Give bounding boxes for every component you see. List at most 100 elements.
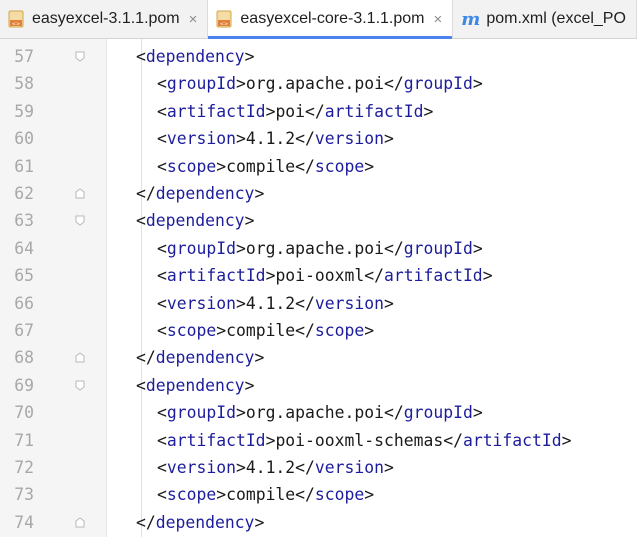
tag-bracket: > [384,293,394,313]
tag-bracket: < [157,129,167,149]
xml-text-value: compile [226,321,296,340]
code-line[interactable]: 62 </dependency> [0,180,637,207]
code-text: <groupId>org.apache.poi</groupId> [157,70,483,97]
tag-bracket: > [235,293,246,313]
code-line[interactable]: 67 <scope>compile</scope> [0,317,637,344]
tag-bracket: > [423,101,434,121]
xml-text-value: compile [226,156,296,176]
code-line[interactable]: 73 <scope>compile</scope> [0,481,637,508]
code-line[interactable]: 61 <scope>compile</scope> [0,153,637,180]
code-line[interactable]: 70 <groupId>org.apache.poi</groupId> [0,399,637,426]
tag-bracket: < [136,47,146,66]
tab-pom-xml[interactable]: m pom.xml (excel_PO [453,0,637,38]
tag-bracket: </ [443,430,463,450]
line-number: 71 [14,430,34,450]
maven-m-icon: m [461,8,481,30]
tag-bracket: </ [295,293,315,313]
line-number: 72 [14,458,34,477]
xml-tag-name: artifactId [166,266,266,286]
tag-bracket: > [244,211,255,231]
pom-file-icon: <> [8,10,24,28]
code-line[interactable]: 66 <version>4.1.2</version> [0,290,637,317]
xml-tag-name: artifactId [462,430,562,450]
code-text: <version>4.1.2</version> [157,454,394,481]
code-line[interactable]: 68 </dependency> [0,344,637,371]
xml-tag-name: groupId [166,74,236,94]
tag-bracket: </ [136,184,156,203]
xml-tag-name: dependency [145,211,245,231]
code-line[interactable]: 69 <dependency> [0,372,637,399]
line-number: 59 [14,101,34,121]
line-number: 61 [14,156,34,176]
tag-bracket: > [472,238,483,258]
svg-text:<>: <> [12,21,20,27]
tag-bracket: > [235,129,246,149]
fold-end-icon[interactable] [75,352,85,363]
code-text: <artifactId>poi-ooxml-schemas</artifactI… [157,427,572,454]
code-line[interactable]: 57 <dependency> [0,43,637,70]
tag-bracket: > [235,403,246,423]
xml-text-value: 4.1.2 [245,129,296,149]
tag-bracket: </ [305,101,325,121]
tab-easyexcel-core-pom[interactable]: <> easyexcel-core-3.1.1.pom × [208,0,454,39]
line-number: 69 [14,375,34,395]
code-line[interactable]: 65 <artifactId>poi-ooxml</artifactId> [0,262,637,289]
tab-easyexcel-pom[interactable]: <> easyexcel-3.1.1.pom × [0,0,209,38]
tag-bracket: < [157,74,167,94]
xml-tag-name: scope [166,485,217,505]
tag-bracket: > [472,403,483,423]
tag-bracket: < [136,211,146,231]
xml-tag-name: groupId [166,403,236,423]
pom-file-icon: <> [216,10,232,28]
tag-bracket: > [265,430,276,450]
xml-tag-name: scope [166,156,217,176]
code-line[interactable]: 58 <groupId>org.apache.poi</groupId> [0,70,637,97]
code-text: <scope>compile</scope> [157,317,374,344]
fold-open-icon[interactable] [75,215,85,227]
tag-bracket: > [216,485,227,505]
code-line[interactable]: 71 <artifactId>poi-ooxml-schemas</artifac… [0,427,637,454]
code-line[interactable]: 74 </dependency> [0,509,637,536]
tag-bracket: > [216,321,227,340]
tag-bracket: > [235,458,246,477]
tag-bracket: > [265,101,276,121]
fold-end-icon[interactable] [75,517,85,528]
xml-tag-name: version [314,129,384,149]
line-number: 60 [14,129,34,149]
xml-tag-name: groupId [166,238,236,258]
code-text: <scope>compile</scope> [157,481,374,508]
code-editor[interactable]: 57 <dependency> 58 <groupId>org.apache.poi<… [0,39,637,537]
xml-text-value: 4.1.2 [245,293,296,313]
code-line[interactable]: 72 <version>4.1.2</version> [0,454,637,481]
xml-text-value: org.apache.poi [245,74,384,94]
fold-open-icon[interactable] [75,51,85,62]
xml-tag-name: dependency [145,47,245,66]
code-text: <dependency> [136,207,254,234]
tag-bracket: > [364,485,375,505]
xml-tag-name: scope [314,321,365,340]
tag-bracket: < [157,430,167,450]
close-tab-icon[interactable]: × [434,11,443,28]
code-text: </dependency> [136,180,264,207]
code-text: <artifactId>poi</artifactId> [157,98,433,125]
close-tab-icon[interactable]: × [189,11,198,28]
tag-bracket: < [157,485,167,505]
fold-end-icon[interactable] [75,188,85,199]
xml-text-value: poi [275,101,306,121]
xml-tag-name: version [314,293,384,313]
line-number: 63 [14,211,34,231]
xml-tag-name: artifactId [166,430,266,450]
tag-bracket: > [235,74,246,94]
code-line[interactable]: 59 <artifactId>poi</artifactId> [0,98,637,125]
tag-bracket: < [157,458,167,477]
tag-bracket: < [136,375,146,395]
tag-bracket: </ [383,403,404,423]
code-line[interactable]: 60 <version>4.1.2</version> [0,125,637,152]
line-number: 58 [14,74,34,94]
fold-open-icon[interactable] [75,380,85,391]
xml-tag-name: dependency [145,375,245,395]
tag-bracket: > [364,321,375,340]
code-text: <dependency> [136,372,254,399]
code-line[interactable]: 64 <groupId>org.apache.poi</groupId> [0,235,637,262]
code-line[interactable]: 63 <dependency> [0,207,637,234]
